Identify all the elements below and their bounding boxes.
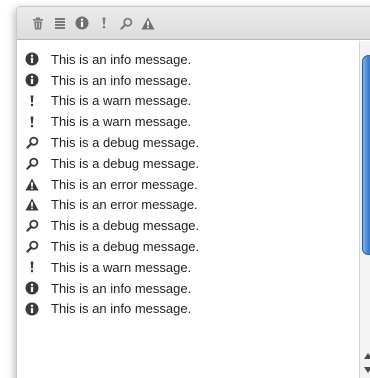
info-icon bbox=[25, 302, 39, 316]
log-row[interactable]: This is an error message. bbox=[17, 195, 359, 216]
log-message-text: This is a debug message. bbox=[51, 218, 200, 234]
log-row[interactable]: This is an info message. bbox=[17, 299, 359, 320]
debug-icon bbox=[25, 136, 39, 150]
log-message-text: This is an error message. bbox=[51, 197, 198, 213]
log-message-text: This is a debug message. bbox=[51, 135, 200, 151]
warn-icon[interactable] bbox=[95, 14, 113, 32]
info-icon bbox=[25, 281, 39, 295]
log-message-text: This is a warn message. bbox=[51, 114, 192, 130]
log-row[interactable]: This is a warn message. bbox=[17, 257, 359, 278]
log-row[interactable]: This is a debug message. bbox=[17, 153, 359, 174]
info-icon bbox=[25, 52, 39, 66]
log-message-list: This is an info message. This is an info … bbox=[17, 41, 359, 378]
scroll-down-arrow[interactable] bbox=[364, 367, 370, 373]
vertical-scrollbar[interactable] bbox=[359, 41, 370, 378]
log-row[interactable]: This is an info message. bbox=[17, 49, 359, 70]
log-row[interactable]: This is an error message. bbox=[17, 174, 359, 195]
error-icon bbox=[25, 198, 39, 212]
list-icon[interactable] bbox=[51, 14, 69, 32]
debug-icon bbox=[25, 156, 39, 170]
debug-icon[interactable] bbox=[117, 14, 135, 32]
scroll-up-arrow[interactable] bbox=[364, 353, 370, 359]
log-panel: This is an info message. This is an info … bbox=[16, 6, 370, 378]
log-message-text: This is an info message. bbox=[51, 51, 192, 67]
error-icon[interactable] bbox=[139, 14, 157, 32]
log-message-text: This is a warn message. bbox=[51, 259, 192, 275]
trash-icon[interactable] bbox=[29, 14, 47, 32]
log-message-text: This is an info message. bbox=[51, 72, 192, 88]
warn-icon bbox=[25, 115, 39, 129]
log-row[interactable]: This is a warn message. bbox=[17, 111, 359, 132]
scrollbar-thumb[interactable] bbox=[362, 55, 370, 255]
warn-icon bbox=[25, 94, 39, 108]
debug-icon bbox=[25, 240, 39, 254]
log-row[interactable]: This is an info message. bbox=[17, 278, 359, 299]
info-icon bbox=[25, 73, 39, 87]
log-row[interactable]: This is an info message. bbox=[17, 70, 359, 91]
log-message-text: This is an error message. bbox=[51, 176, 198, 192]
log-row[interactable]: This is a debug message. bbox=[17, 132, 359, 153]
log-message-text: This is a debug message. bbox=[51, 155, 200, 171]
log-row[interactable]: This is a debug message. bbox=[17, 236, 359, 257]
log-console-window: This is an info message. This is an info … bbox=[0, 0, 370, 378]
log-message-text: This is an info message. bbox=[51, 280, 192, 296]
warn-icon bbox=[25, 260, 39, 274]
debug-icon bbox=[25, 219, 39, 233]
log-row[interactable]: This is a warn message. bbox=[17, 91, 359, 112]
log-message-text: This is a warn message. bbox=[51, 93, 192, 109]
info-icon[interactable] bbox=[73, 14, 91, 32]
log-toolbar bbox=[17, 7, 370, 40]
error-icon bbox=[25, 177, 39, 191]
log-message-text: This is a debug message. bbox=[51, 239, 200, 255]
log-message-text: This is an info message. bbox=[51, 301, 192, 317]
log-row[interactable]: This is a debug message. bbox=[17, 215, 359, 236]
